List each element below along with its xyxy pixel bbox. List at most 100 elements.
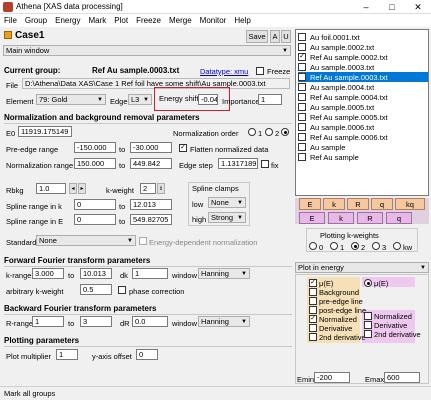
group-checkbox[interactable] [298,93,306,101]
group-checkbox[interactable] [298,83,306,91]
plot-k-button[interactable]: k [323,198,345,210]
energy-left-checkbox[interactable]: ✓ [309,279,317,287]
kmin-input[interactable]: 3.000 [32,268,64,279]
group-list-item[interactable]: ✓ Ref Au sample.0002.txt [298,52,428,62]
fft-window-select[interactable]: Hanning ▼ [198,268,250,279]
energy-left-checkbox[interactable] [309,324,317,332]
menu-energy[interactable]: Energy [51,16,84,25]
energy-left-checkbox[interactable] [309,306,317,314]
rmin-input[interactable]: 1 [32,316,64,327]
kw1-radio[interactable] [330,242,338,250]
menu-freeze[interactable]: Freeze [132,16,165,25]
preedge-start-input[interactable]: -150.000 [74,142,116,153]
plot-marked-k-button[interactable]: k [328,212,354,224]
element-select[interactable]: 79: Gold ▼ [36,94,106,105]
menu-group[interactable]: Group [21,16,51,25]
order-3-radio[interactable] [281,128,289,136]
group-checkbox[interactable] [298,143,306,151]
phase-checkbox[interactable] [118,286,126,294]
group-checkbox[interactable] [298,113,306,121]
energy-right-checkbox[interactable] [364,312,372,320]
plot-q-button[interactable]: q [371,198,393,210]
yoffset-input[interactable]: 0 [136,349,158,360]
energy-left-checkbox[interactable]: ✓ [309,315,317,323]
plot-kq-button[interactable]: kq [395,198,425,210]
kw3-radio[interactable] [372,242,380,250]
menu-merge[interactable]: Merge [165,16,196,25]
menu-help[interactable]: Help [230,16,254,25]
group-list-item[interactable]: Au sample.0006.txt [298,122,428,132]
order-1-radio[interactable] [248,128,256,136]
energy-left-checkbox[interactable] [309,297,317,305]
energy-left-checkbox[interactable] [309,288,317,296]
srk-start-input[interactable]: 0 [74,199,116,210]
sre-end-input[interactable]: 549.82705 [130,214,172,225]
group-list-item[interactable]: Au foil.0001.txt [298,32,428,42]
menu-plot[interactable]: Plot [110,16,132,25]
group-list-item[interactable]: Ref Au sample.0004.txt [298,92,428,102]
datatype-link[interactable]: Datatype: xmu [200,67,248,76]
emin-input[interactable]: -200 [314,372,350,383]
u-button[interactable]: U [281,30,291,43]
akw-input[interactable]: 0.5 [80,284,112,295]
group-list-item[interactable]: Ref Au sample [298,152,428,162]
preedge-end-input[interactable]: -30.000 [130,142,172,153]
energy-right-checkbox[interactable] [364,330,372,338]
e0-input[interactable]: 11919.175149 [18,126,72,137]
srk-end-input[interactable]: 12.013 [130,199,172,210]
group-list-item[interactable]: Au sample.0002.txt [298,42,428,52]
menu-monitor[interactable]: Monitor [196,16,231,25]
group-checkbox[interactable] [298,153,306,161]
window-selector[interactable]: Main window ▼ [3,45,291,56]
rmax-input[interactable]: 3 [80,316,112,327]
group-list[interactable]: Au foil.0001.txt Au sample.0002.txt ✓ Ref A… [295,29,429,196]
kww-radio[interactable] [393,242,401,250]
kw0-radio[interactable] [309,242,317,250]
group-checkbox[interactable]: ✓ [298,73,306,81]
sre-start-input[interactable]: 0 [74,214,116,225]
emax-input[interactable]: 600 [384,372,420,383]
dk-input[interactable]: 1 [132,268,168,279]
plot-marked-e-button[interactable]: E [299,212,325,224]
energy-right-checkbox[interactable] [364,321,372,329]
energy-right-radio[interactable] [364,279,372,287]
group-checkbox[interactable] [298,123,306,131]
group-list-item[interactable]: ✓ Ref Au sample.0003.txt [298,72,428,82]
a-button[interactable]: A [270,30,280,43]
bft-window-select[interactable]: Hanning ▼ [198,316,250,327]
high-clamp-select[interactable]: Strong ▼ [208,212,246,223]
group-list-item[interactable]: Ref Au sample.0006.txt [298,132,428,142]
plot-marked-q-button[interactable]: q [386,212,412,224]
energy-shift-input[interactable]: -0.04 [198,94,218,105]
group-list-item[interactable]: Au sample.0003.txt [298,62,428,72]
kweight-input[interactable]: 2 [140,183,156,194]
group-checkbox[interactable]: ✓ [298,53,306,61]
group-checkbox[interactable] [298,103,306,111]
fix-checkbox[interactable] [261,160,269,168]
maximize-button[interactable]: □ [379,0,405,14]
order-2-radio[interactable] [265,128,273,136]
group-list-item[interactable]: Au sample.0004.txt [298,82,428,92]
group-checkbox[interactable] [298,43,306,51]
minimize-button[interactable]: – [353,0,379,14]
edep-checkbox[interactable] [139,237,147,245]
plot-e-button[interactable]: E [299,198,321,210]
kweight-spinner[interactable]: ⇕ [157,183,165,194]
rbkg-left-arrow[interactable]: ◂ [69,183,77,194]
kw2-radio[interactable] [351,242,359,250]
energy-left-checkbox[interactable] [309,333,317,341]
save-button[interactable]: Save [246,30,268,43]
group-list-item[interactable]: Au sample [298,142,428,152]
group-checkbox[interactable] [298,33,306,41]
plot-space-select[interactable]: Plot in energy ▼ [295,262,429,273]
edge-step-input[interactable]: 1.1317189 [218,158,258,169]
freeze-checkbox[interactable] [256,67,264,75]
norm-end-input[interactable]: 449.842 [130,158,172,169]
menu-file[interactable]: File [0,16,21,25]
edge-select[interactable]: L3 ▼ [128,94,152,105]
plot-r-button[interactable]: R [347,198,369,210]
group-list-item[interactable]: Au sample.0005.txt [298,102,428,112]
plot-marked-r-button[interactable]: R [357,212,383,224]
plot-multiplier-input[interactable]: 1 [56,349,78,360]
rbkg-input[interactable]: 1.0 [36,183,66,194]
